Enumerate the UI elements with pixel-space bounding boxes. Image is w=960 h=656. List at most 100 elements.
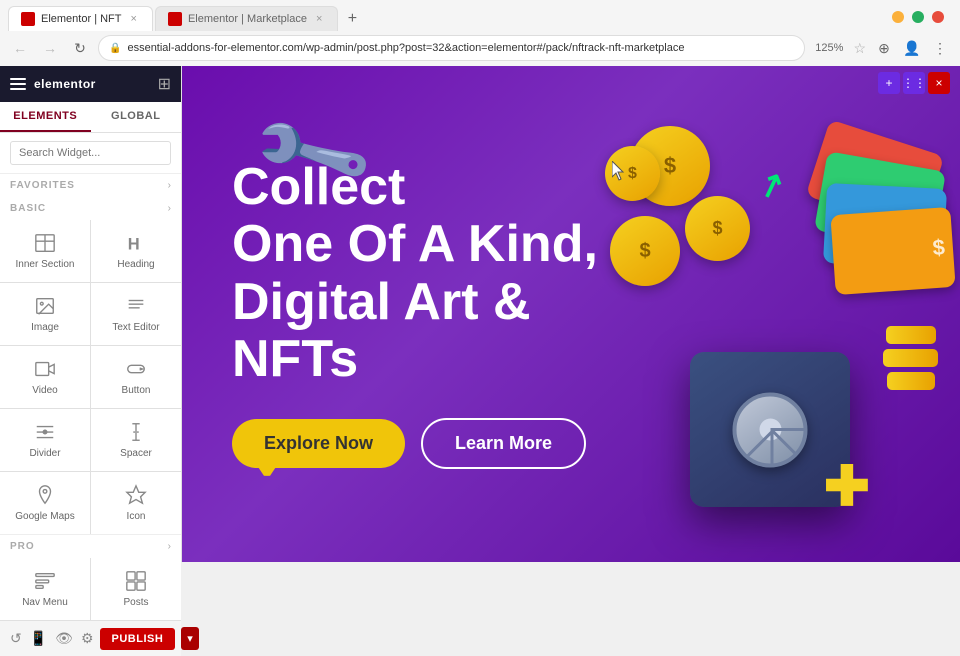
refresh-button[interactable]: ↻ bbox=[68, 36, 92, 60]
hamburger-line bbox=[10, 78, 26, 80]
map-icon bbox=[34, 484, 56, 506]
learn-more-button[interactable]: Learn More bbox=[421, 418, 586, 469]
nav-menu-label: Nav Menu bbox=[22, 597, 68, 608]
hero-title: Collect One Of A Kind, Digital Art & NFT… bbox=[232, 159, 598, 388]
maximize-button[interactable]: □ bbox=[912, 11, 924, 23]
widget-heading[interactable]: H Heading bbox=[91, 220, 181, 282]
widget-google-maps[interactable]: Google Maps bbox=[0, 472, 90, 534]
inner-section-label: Inner Section bbox=[16, 259, 75, 270]
menu-button[interactable]: ⋮ bbox=[928, 36, 952, 60]
forward-button[interactable]: → bbox=[38, 36, 62, 60]
responsive-icon[interactable]: 📱 bbox=[30, 630, 47, 647]
history-icon[interactable]: ↺ bbox=[10, 630, 22, 647]
pro-label: PRO bbox=[10, 541, 35, 552]
address-bar[interactable]: 🔒 essential-addons-for-elementor.com/wp-… bbox=[98, 35, 805, 61]
svg-text:H: H bbox=[128, 235, 140, 253]
widget-divider[interactable]: Divider bbox=[0, 409, 90, 471]
search-box bbox=[0, 133, 181, 174]
close-window-button[interactable]: × bbox=[932, 11, 944, 23]
extensions-button[interactable]: ⊕ bbox=[872, 36, 896, 60]
address-bar-row: ← → ↻ 🔒 essential-addons-for-elementor.c… bbox=[0, 31, 960, 66]
tab-elements[interactable]: ELEMENTS bbox=[0, 102, 91, 132]
basic-section-header[interactable]: BASIC › bbox=[0, 197, 181, 220]
bookmark-icon[interactable]: ☆ bbox=[853, 40, 866, 57]
basic-label: BASIC bbox=[10, 203, 46, 214]
move-element-button[interactable]: ⋮⋮ bbox=[903, 72, 925, 94]
settings-icon[interactable]: ⚙ bbox=[81, 630, 94, 647]
spacer-label: Spacer bbox=[120, 448, 152, 459]
sidebar-tabs: ELEMENTS GLOBAL bbox=[0, 102, 181, 133]
widget-video[interactable]: Video bbox=[0, 346, 90, 408]
button-label: Button bbox=[122, 385, 151, 396]
close-element-button[interactable]: × bbox=[928, 72, 950, 94]
tab-close-nft[interactable]: × bbox=[128, 12, 140, 26]
divider-icon bbox=[34, 421, 56, 443]
icon-icon bbox=[125, 484, 147, 506]
nft-hero-section: 🔧 Collect One Of A Kind, Digital Art & N… bbox=[182, 66, 960, 562]
hero-title-line3: Digital Art & bbox=[232, 273, 531, 331]
grid-icon[interactable]: ⊞ bbox=[158, 74, 171, 94]
trending-up-arrow: ↗ bbox=[752, 163, 790, 208]
tab-title-marketplace: Elementor | Marketplace bbox=[188, 13, 307, 25]
explore-now-button[interactable]: Explore Now bbox=[232, 419, 405, 468]
title-bar: Elementor | NFT × Elementor | Marketplac… bbox=[0, 0, 960, 31]
elementor-logo: elementor bbox=[34, 77, 96, 91]
widget-posts[interactable]: Posts bbox=[91, 558, 181, 620]
browser-chrome: Elementor | NFT × Elementor | Marketplac… bbox=[0, 0, 960, 66]
coin-medium: $ bbox=[685, 196, 750, 261]
widget-nav-menu[interactable]: Nav Menu bbox=[0, 558, 90, 620]
widgets-grid: Inner Section H Heading bbox=[0, 220, 181, 534]
profile-button[interactable]: 👤 bbox=[900, 36, 924, 60]
publish-dropdown-button[interactable]: ▾ bbox=[181, 627, 199, 650]
hamburger-menu-icon[interactable] bbox=[10, 78, 26, 90]
zoom-level: 125% bbox=[811, 40, 847, 56]
favorites-section-header[interactable]: FAVORITES › bbox=[0, 174, 181, 197]
widget-spacer[interactable]: Spacer bbox=[91, 409, 181, 471]
pro-section-header[interactable]: PRO › bbox=[0, 534, 181, 558]
tab-marketplace[interactable]: Elementor | Marketplace × bbox=[155, 6, 338, 31]
widget-button[interactable]: Button bbox=[91, 346, 181, 408]
favorites-chevron-icon: › bbox=[168, 180, 171, 191]
widget-inner-section[interactable]: Inner Section bbox=[0, 220, 90, 282]
tab-active[interactable]: Elementor | NFT × bbox=[8, 6, 153, 31]
hamburger-line bbox=[10, 88, 26, 90]
main-layout: elementor ⊞ ELEMENTS GLOBAL FAVORITES › … bbox=[0, 66, 960, 562]
preview-icon[interactable]: 👁 bbox=[55, 630, 73, 647]
publish-button[interactable]: PUBLISH bbox=[100, 628, 176, 650]
coin-small: $ bbox=[605, 146, 660, 201]
tab-favicon-marketplace bbox=[168, 12, 182, 26]
new-tab-button[interactable]: + bbox=[340, 7, 364, 31]
button-icon bbox=[125, 358, 147, 380]
card-dollar-4: $ bbox=[932, 234, 946, 261]
tab-favicon-nft bbox=[21, 12, 35, 26]
plus-decoration: ✚ bbox=[824, 459, 870, 514]
video-label: Video bbox=[32, 385, 57, 396]
tab-title-nft: Elementor | NFT bbox=[41, 13, 122, 25]
tab-global[interactable]: GLOBAL bbox=[91, 102, 182, 132]
hero-title-line1: Collect bbox=[232, 158, 405, 216]
google-maps-label: Google Maps bbox=[15, 511, 74, 522]
hamburger-line bbox=[10, 83, 26, 85]
search-input[interactable] bbox=[10, 141, 171, 165]
minimize-button[interactable]: − bbox=[892, 11, 904, 23]
heading-icon: H bbox=[125, 232, 147, 254]
back-button[interactable]: ← bbox=[8, 36, 32, 60]
widget-text-editor[interactable]: Text Editor bbox=[91, 283, 181, 345]
widget-image[interactable]: Image bbox=[0, 283, 90, 345]
coin-medium2: $ bbox=[610, 216, 680, 286]
nav-menu-icon bbox=[34, 570, 56, 592]
heading-label: Heading bbox=[117, 259, 154, 270]
window-controls: − □ × bbox=[892, 11, 952, 27]
divider-label: Divider bbox=[29, 448, 60, 459]
spacer-icon bbox=[125, 421, 147, 443]
elementor-sidebar: elementor ⊞ ELEMENTS GLOBAL FAVORITES › … bbox=[0, 66, 182, 562]
posts-icon bbox=[125, 570, 147, 592]
add-element-button[interactable]: + bbox=[878, 72, 900, 94]
sidebar-header: elementor ⊞ bbox=[0, 66, 181, 102]
widget-icon[interactable]: Icon bbox=[91, 472, 181, 534]
tab-close-marketplace[interactable]: × bbox=[313, 12, 325, 26]
image-icon bbox=[34, 295, 56, 317]
footer-icons: ↺ 📱 👁 ⚙ bbox=[10, 630, 94, 647]
cards-stack: $ $ $ $ bbox=[815, 136, 945, 316]
canvas-toolbar: + ⋮⋮ × bbox=[878, 72, 950, 94]
